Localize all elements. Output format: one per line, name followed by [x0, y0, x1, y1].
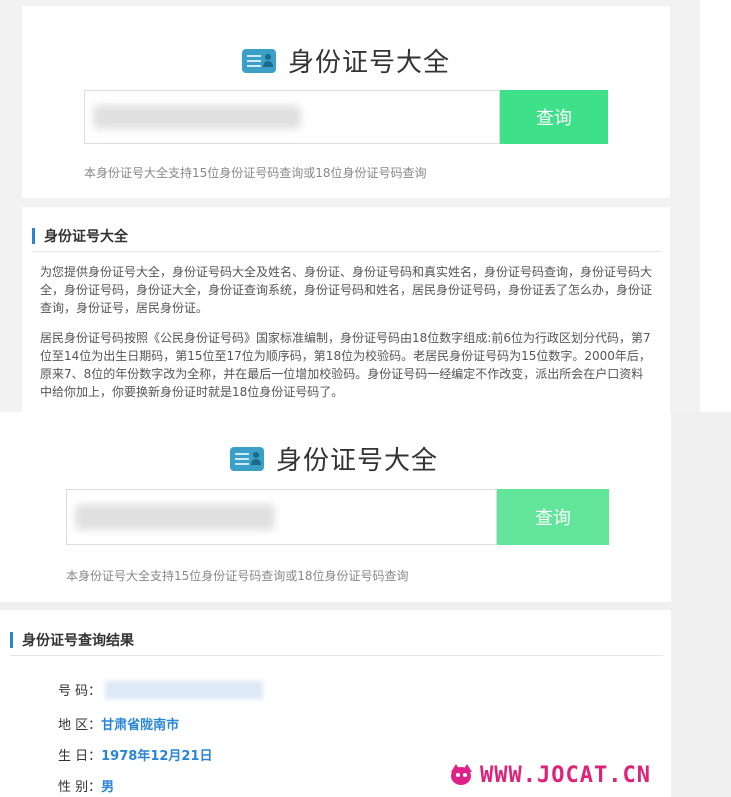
blurred-input-value: [93, 105, 301, 129]
watermark-text: WWW.JOCAT.CN: [480, 762, 651, 788]
region-value: 甘肃省陇南市: [101, 718, 180, 733]
watermark: WWW.JOCAT.CN: [448, 762, 651, 788]
about-heading: 身份证号大全: [44, 229, 128, 245]
result-birth-row: 生 日： 1978年12月21日: [58, 745, 213, 764]
search-button[interactable]: 查询: [500, 90, 608, 144]
result-section-header: 身份证号查询结果: [10, 625, 663, 656]
id-card-icon: [230, 446, 264, 471]
result-number-row: 号 码：: [58, 680, 264, 699]
result-region-row: 地 区： 甘肃省陇南市: [58, 714, 179, 733]
about-paragraph-1: 为您提供身份证号大全，身份证号码大全及姓名、身份证、身份证号码和真实姓名，身份证…: [40, 265, 653, 315]
second-page-title: 身份证号大全: [276, 446, 439, 476]
id-search-input[interactable]: [84, 90, 500, 144]
section-accent-bar: [10, 632, 13, 648]
search-card: 身份证号大全 查询 本身份证号大全支持15位身份证号码查询或18位身份证号码查询: [22, 6, 670, 198]
result-heading: 身份证号查询结果: [22, 633, 134, 649]
birth-value: 1978年12月21日: [101, 749, 213, 764]
about-section-header: 身份证号大全: [32, 221, 660, 252]
gender-label: 性 别：: [58, 780, 102, 795]
blurred-id-number: [105, 680, 264, 699]
about-card: 身份证号大全 为您提供身份证号大全，身份证号码大全及姓名、身份证、身份证号码和真…: [22, 207, 670, 412]
second-search-card: 身份证号大全 查询 本身份证号大全支持15位身份证号码查询或18位身份证号码查询: [0, 412, 671, 602]
number-label: 号 码：: [58, 684, 102, 699]
about-paragraph-2: 居民身份证号码按照《公民身份证号码》国家标准编制，身份证号码由18位数字组成:前…: [40, 331, 651, 399]
blurred-input-value: [75, 504, 275, 530]
gender-value: 男: [101, 780, 115, 795]
region-label: 地 区：: [58, 718, 102, 733]
section-accent-bar: [32, 228, 35, 244]
search-hint: 本身份证号大全支持15位身份证号码查询或18位身份证号码查询: [84, 166, 427, 180]
second-title-row: 身份证号大全: [230, 440, 438, 477]
birth-label: 生 日：: [58, 749, 102, 764]
second-search-button[interactable]: 查询: [497, 489, 609, 545]
cat-logo-icon: [448, 762, 474, 788]
page-title: 身份证号大全: [288, 48, 451, 78]
search-title-row: 身份证号大全: [242, 42, 450, 79]
second-id-search-input[interactable]: [66, 489, 497, 545]
result-gender-row: 性 别： 男: [58, 776, 114, 795]
second-search-hint: 本身份证号大全支持15位身份证号码查询或18位身份证号码查询: [66, 569, 409, 583]
id-card-icon: [242, 48, 276, 73]
